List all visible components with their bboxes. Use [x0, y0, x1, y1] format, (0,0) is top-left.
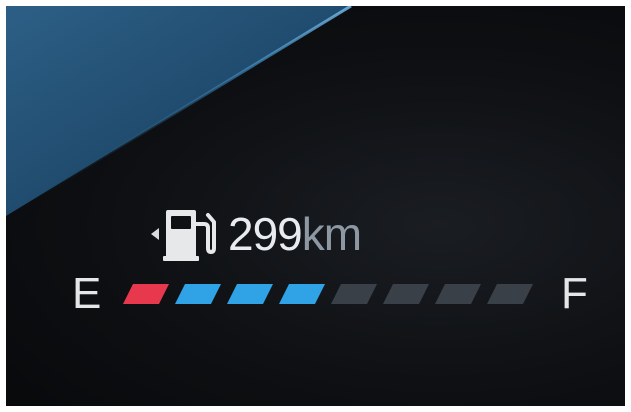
full-label: F: [561, 269, 588, 318]
fuel-segment: [331, 284, 377, 304]
fuel-pump-icon: [163, 210, 216, 261]
fuel-segment: [227, 284, 273, 304]
empty-label: E: [72, 269, 102, 318]
range-value: 299: [228, 208, 303, 260]
range-readout: 299 km: [148, 204, 362, 264]
range-unit: km: [301, 208, 362, 260]
arrow-left-icon: [151, 228, 159, 240]
fuel-segment: [175, 284, 221, 304]
fuel-gauge-display: 299 km E F: [6, 6, 625, 406]
fuel-segment: [123, 284, 169, 304]
fuel-level-bar: [123, 284, 533, 304]
fuel-segment: [435, 284, 481, 304]
fuel-segment: [383, 284, 429, 304]
fuel-segment: [279, 284, 325, 304]
fuel-segment: [487, 284, 533, 304]
